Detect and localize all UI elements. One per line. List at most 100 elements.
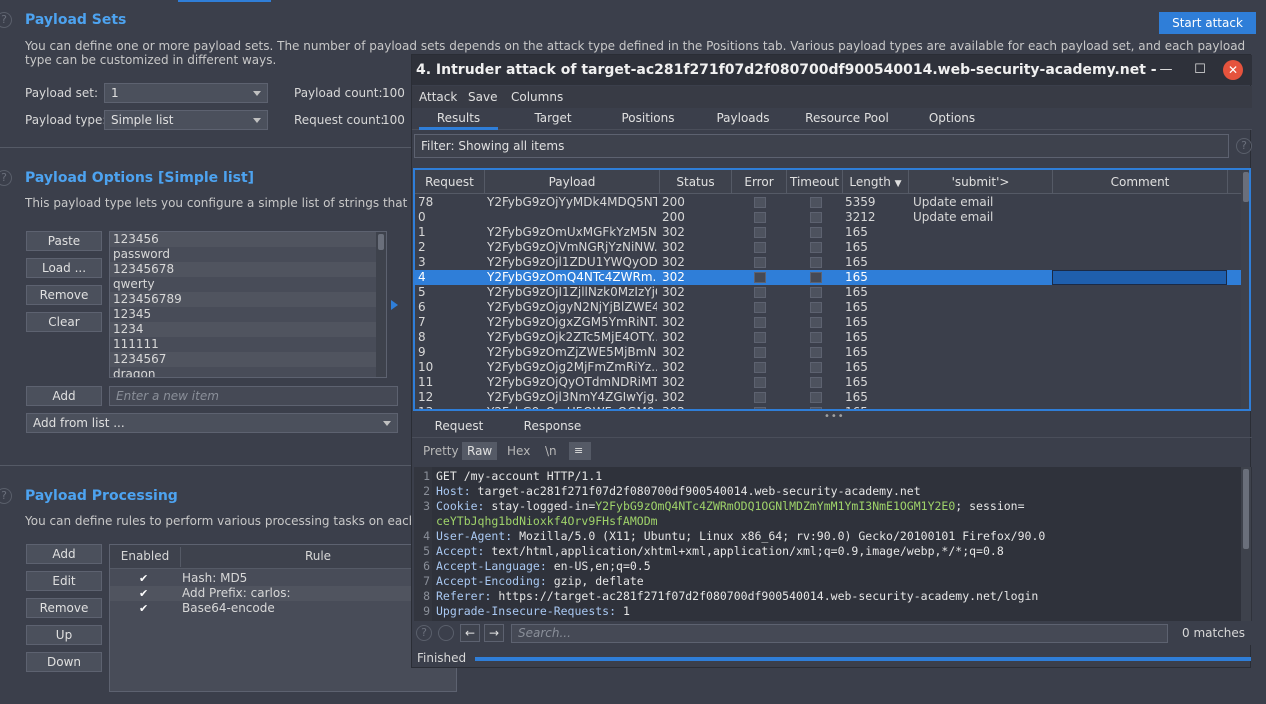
raw-button[interactable]: Raw [462, 442, 498, 460]
results-table[interactable]: Request Payload Status Error Timeout Len… [413, 168, 1251, 411]
table-row[interactable]: 2 Y2FybG9zOjVmNGRjYzNiNW... 302 165 [415, 240, 1241, 255]
table-row[interactable]: 9 Y2FybG9zOmZjZWE5MjBmN... 302 165 [415, 345, 1241, 360]
help-icon[interactable]: ? [0, 12, 12, 28]
column-length[interactable]: Length ▼ [843, 170, 909, 194]
chevron-down-icon [383, 421, 391, 426]
list-item[interactable]: 1234 [110, 322, 386, 337]
help-icon[interactable]: ? [0, 170, 12, 186]
rule-row[interactable]: ✔ Base64-encode [110, 601, 456, 616]
tab-payloads[interactable]: Payloads [703, 108, 783, 130]
table-row[interactable]: 7 Y2FybG9zOjgxZGM5YmRiNT... 302 165 [415, 315, 1241, 330]
edit-rule-button[interactable]: Edit [26, 571, 102, 591]
list-item[interactable]: 111111 [110, 337, 386, 352]
tab-request[interactable]: Request [424, 416, 494, 438]
list-item[interactable]: dragon [110, 367, 386, 377]
maximize-icon[interactable]: ☐ [1190, 60, 1210, 80]
editor-scrollbar[interactable] [1241, 467, 1251, 621]
start-attack-button[interactable]: Start attack [1159, 12, 1256, 34]
clear-button[interactable]: Clear [26, 312, 102, 332]
payload-list[interactable]: 123456 password 12345678 qwerty 123456789 123… [109, 231, 387, 378]
hex-button[interactable]: Hex [502, 442, 535, 460]
rules-column-enabled[interactable]: Enabled [110, 549, 180, 563]
tab-response[interactable]: Response [515, 416, 590, 438]
back-arrow-icon[interactable]: ← [460, 624, 480, 642]
results-filter-bar[interactable]: Filter: Showing all items [414, 134, 1229, 158]
menu-save[interactable]: Save [468, 90, 497, 104]
help-icon[interactable]: ? [0, 488, 12, 504]
settings-icon[interactable] [438, 625, 454, 641]
payload-options-title: Payload Options [Simple list] [25, 170, 255, 186]
rule-row[interactable]: ✔ Add Prefix: carlos: [110, 586, 456, 601]
table-row[interactable]: 11 Y2FybG9zOjQyOTdmNDRiMT... 302 165 [415, 375, 1241, 390]
pretty-button[interactable]: Pretty [418, 442, 464, 460]
list-item[interactable]: 12345 [110, 307, 386, 322]
table-row[interactable]: 8 Y2FybG9zOjk2ZTc5MjE4OTY... 302 165 [415, 330, 1241, 345]
table-row[interactable]: 78 Y2FybG9zOjYyMDk4MDQ5NT... 200 5359 Update… [415, 195, 1241, 210]
timeout-checkbox [810, 392, 822, 403]
new-item-input[interactable]: Enter a new item [109, 386, 398, 406]
table-row[interactable]: 0 200 3212 Update email [415, 210, 1241, 225]
list-item[interactable]: 1234567 [110, 352, 386, 367]
menu-attack[interactable]: Attack [419, 90, 457, 104]
up-rule-button[interactable]: Up [26, 625, 102, 645]
table-row[interactable]: 4 Y2FybG9zOmQ4NTc4ZWRm... 302 165 [415, 270, 1241, 285]
tab-target[interactable]: Target [513, 108, 593, 130]
list-item[interactable]: password [110, 247, 386, 262]
column-error[interactable]: Error [732, 170, 787, 194]
rule-row[interactable]: ✔ Hash: MD5 [110, 571, 456, 586]
add-from-list-select[interactable]: Add from list ... [26, 413, 398, 433]
request-editor[interactable]: 1 GET /my-account HTTP/1.1 2 Host: target-a… [414, 467, 1252, 621]
column-request[interactable]: Request [415, 170, 485, 194]
help-icon[interactable]: ? [416, 625, 432, 641]
checkbox-checked-icon[interactable]: ✔ [139, 571, 148, 586]
results-scrollbar[interactable] [1241, 170, 1249, 409]
checkbox-checked-icon[interactable]: ✔ [139, 586, 148, 601]
tab-options[interactable]: Options [912, 108, 992, 130]
rules-table[interactable]: Enabled Rule ✔ Hash: MD5 ✔ Add Prefix: carl… [109, 544, 457, 692]
request-line: Accept-Encoding: gzip, deflate [436, 574, 644, 589]
cell-status: 302 [662, 300, 685, 314]
checkbox-checked-icon[interactable]: ✔ [139, 601, 148, 616]
request-line: Upgrade-Insecure-Requests: 1 [436, 604, 630, 619]
load-button[interactable]: Load ... [26, 258, 102, 278]
column-status[interactable]: Status [660, 170, 732, 194]
help-icon[interactable]: ? [1236, 138, 1252, 154]
search-input[interactable]: Search... [511, 624, 1168, 643]
window-tabs: Results Target Positions Payloads Resour… [412, 108, 1252, 130]
column-comment[interactable]: Comment [1053, 170, 1228, 194]
forward-arrow-icon[interactable]: → [484, 624, 504, 642]
payload-set-select[interactable]: 1 [104, 83, 268, 103]
cell-submit [913, 405, 1053, 409]
add-item-button[interactable]: Add [26, 386, 102, 406]
column-payload[interactable]: Payload [485, 170, 660, 194]
close-icon[interactable]: ✕ [1223, 60, 1243, 80]
add-rule-button[interactable]: Add [26, 544, 102, 564]
paste-button[interactable]: Paste [26, 231, 102, 251]
list-item[interactable]: 123456789 [110, 292, 386, 307]
table-row[interactable]: 1 Y2FybG9zOmUxMGFkYzM5N... 302 165 [415, 225, 1241, 240]
newline-toggle-button[interactable]: \n [540, 442, 562, 460]
column-timeout[interactable]: Timeout [787, 170, 843, 194]
list-item[interactable]: 123456 [110, 232, 386, 247]
payload-type-select[interactable]: Simple list [104, 110, 268, 130]
list-item[interactable]: qwerty [110, 277, 386, 292]
table-row[interactable]: 3 Y2FybG9zOjl1ZDU1YWQyOD... 302 165 [415, 255, 1241, 270]
comment-cell-editor[interactable] [1052, 270, 1227, 285]
menu-icon[interactable]: ≡ [569, 442, 591, 460]
list-item[interactable]: 12345678 [110, 262, 386, 277]
payload-list-scrollbar[interactable] [376, 232, 386, 377]
tab-results[interactable]: Results [419, 108, 498, 130]
tab-positions[interactable]: Positions [608, 108, 688, 130]
table-row[interactable]: 10 Y2FybG9zOjg2MjFmZmRiYz... 302 165 [415, 360, 1241, 375]
tab-resource-pool[interactable]: Resource Pool [798, 108, 896, 130]
table-row[interactable]: 5 Y2FybG9zOjI1ZjllNzk0MzIzYjQ... 302 165 [415, 285, 1241, 300]
window-titlebar[interactable]: 4. Intruder attack of target-ac281f271f0… [412, 55, 1252, 85]
table-row[interactable]: 12 Y2FybG9zOjl3NmY4ZGIwYjg... 302 165 [415, 390, 1241, 405]
column-submit[interactable]: 'submit'> [909, 170, 1053, 194]
table-row[interactable]: 6 Y2FybG9zOjgyN2NjYjBlZWE4... 302 165 [415, 300, 1241, 315]
remove-button[interactable]: Remove [26, 285, 102, 305]
down-rule-button[interactable]: Down [26, 652, 102, 672]
minimize-icon[interactable]: — [1156, 60, 1176, 80]
menu-columns[interactable]: Columns [511, 90, 563, 104]
remove-rule-button[interactable]: Remove [26, 598, 102, 618]
